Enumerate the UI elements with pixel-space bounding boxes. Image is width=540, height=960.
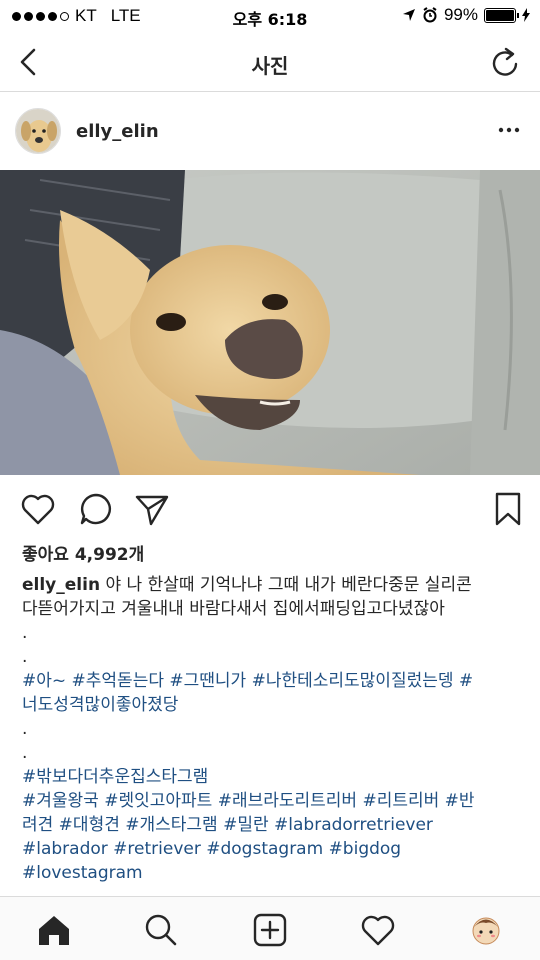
battery-percent: 99%: [443, 5, 478, 24]
caption-line: .: [22, 741, 527, 765]
post-caption: elly_elin 야 나 한살때 기억나냐 그때 내가 베란다중문 실리콘 다뜯…: [22, 573, 527, 885]
refresh-icon[interactable]: [490, 46, 520, 78]
post-header: elly_elin: [0, 92, 540, 170]
alarm-clock-icon: [423, 7, 437, 23]
page-title: 사진: [251, 54, 289, 78]
caption-line: #lovestagram: [22, 861, 527, 885]
profile-avatar-icon[interactable]: [468, 912, 504, 948]
caption-dot: .: [22, 719, 28, 739]
hashtag-line[interactable]: 려견 #대형견 #개스타그램 #밀란 #labradorretriever: [22, 815, 433, 835]
charging-bolt-icon: [522, 8, 530, 22]
caption-line: elly_elin 야 나 한살때 기억나냐 그때 내가 베란다중문 실리콘: [22, 573, 527, 597]
share-icon[interactable]: [134, 491, 170, 527]
like-count[interactable]: 좋아요 4,992개: [22, 540, 144, 565]
battery-icon: [484, 7, 519, 23]
caption-dot: .: [22, 743, 28, 763]
caption-line: .: [22, 717, 527, 741]
caption-line: 너도성격많이좋아졌당: [22, 693, 527, 717]
caption-line: #밖보다더추운집스타그램: [22, 765, 527, 789]
search-icon[interactable]: [143, 912, 179, 948]
hashtag-line[interactable]: 너도성격많이좋아졌당: [22, 695, 178, 715]
heart-icon[interactable]: [20, 491, 56, 527]
more-options-icon[interactable]: [498, 120, 520, 140]
activity-heart-icon[interactable]: [360, 912, 396, 948]
caption-text: 다뜯어가지고 겨울내내 바람다새서 집에서패딩입고다녔잖아: [22, 599, 445, 619]
hashtag-line[interactable]: #labrador #retriever #dogstagram #bigdog: [22, 839, 401, 859]
caption-line: #아~ #추억돋는다 #그땐니가 #나한테소리도많이질렀는뎅 #: [22, 669, 527, 693]
caption-line: 려견 #대형견 #개스타그램 #밀란 #labradorretriever: [22, 813, 527, 837]
status-bar: KT LTE 오후 6:18 99%: [0, 0, 540, 34]
navigation-header: 사진: [0, 34, 540, 92]
caption-line: .: [22, 621, 527, 645]
hashtag-line[interactable]: #lovestagram: [22, 863, 143, 883]
hashtag-line[interactable]: #겨울왕국 #렛잇고아파트 #래브라도리트리버 #리트리버 #반: [22, 791, 475, 811]
bookmark-icon[interactable]: [490, 491, 526, 527]
post-username[interactable]: elly_elin: [76, 121, 159, 142]
post-photo[interactable]: [0, 170, 540, 475]
caption-line: 다뜯어가지고 겨울내내 바람다새서 집에서패딩입고다녔잖아: [22, 597, 527, 621]
caption-line: .: [22, 645, 527, 669]
hashtag-line[interactable]: #아~ #추억돋는다 #그땐니가 #나한테소리도많이질렀는뎅 #: [22, 671, 473, 691]
caption-dot: .: [22, 623, 28, 643]
avatar[interactable]: [15, 108, 61, 154]
caption-dot: .: [22, 647, 28, 667]
location-arrow-icon: [402, 9, 415, 21]
caption-username[interactable]: elly_elin: [22, 575, 100, 595]
hashtag-line[interactable]: #밖보다더추운집스타그램: [22, 767, 208, 787]
add-post-icon[interactable]: [252, 912, 288, 948]
comment-icon[interactable]: [78, 491, 114, 527]
post-actions: [0, 475, 540, 541]
caption-line: #겨울왕국 #렛잇고아파트 #래브라도리트리버 #리트리버 #반: [22, 789, 527, 813]
caption-line: #labrador #retriever #dogstagram #bigdog: [22, 837, 527, 861]
home-icon[interactable]: [36, 912, 72, 948]
status-right: 99%: [402, 5, 530, 25]
bottom-tab-bar: [0, 896, 540, 960]
caption-text: 야 나 한살때 기억나냐 그때 내가 베란다중문 실리콘: [100, 575, 472, 595]
